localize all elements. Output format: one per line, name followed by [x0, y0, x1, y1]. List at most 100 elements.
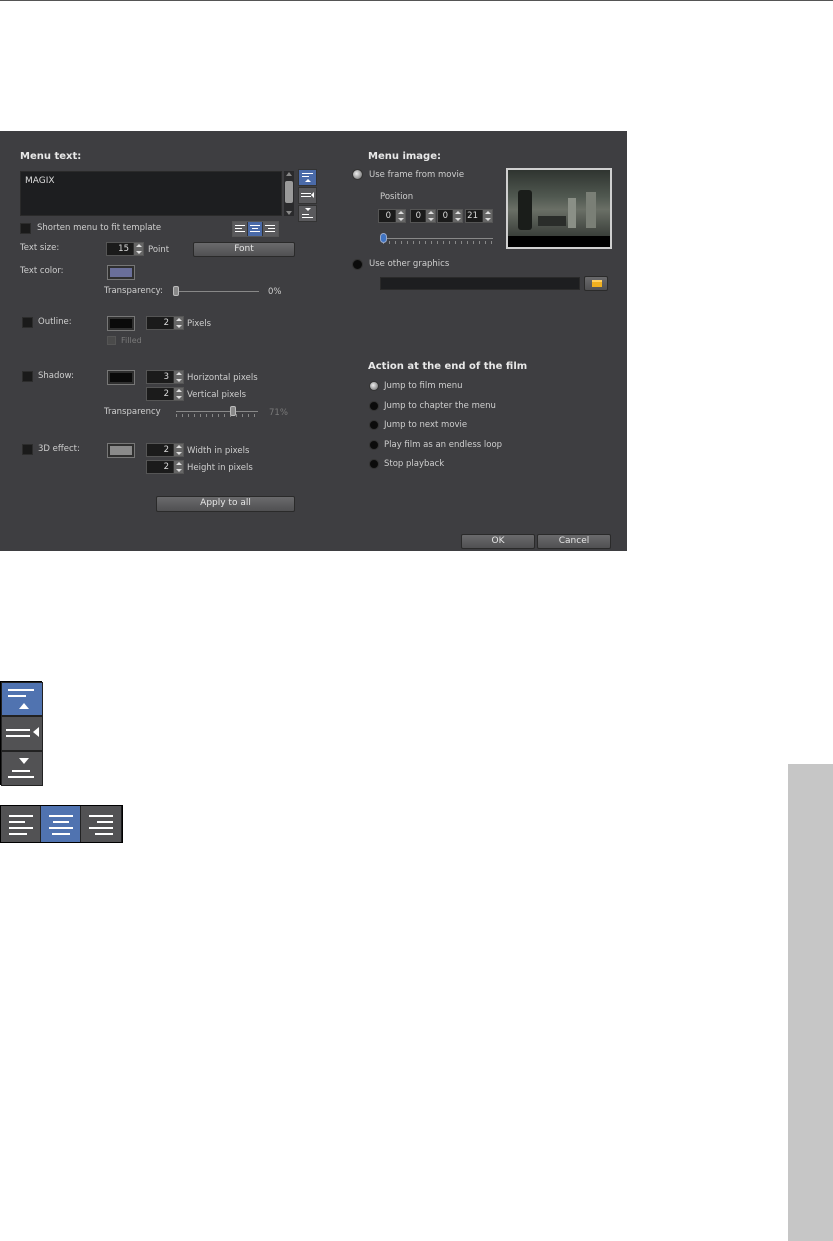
- filled-label: Filled: [121, 336, 142, 345]
- action-option-label: Jump to chapter the menu: [384, 400, 496, 411]
- action-radio[interactable]: [369, 439, 379, 450]
- use-other-label: Use other graphics: [369, 259, 450, 269]
- frame-figure: [568, 198, 576, 228]
- horizontal-align-group: [232, 221, 279, 237]
- outline-color-swatch[interactable]: [107, 316, 135, 331]
- ok-button[interactable]: OK: [461, 534, 535, 549]
- shadow-transparency-label: Transparency: [104, 407, 161, 417]
- text-size-value: 15: [118, 244, 129, 254]
- vertical-align-illustration: [0, 681, 43, 786]
- text-size-label: Text size:: [20, 243, 60, 253]
- menu-text-input[interactable]: MAGIX: [20, 171, 282, 216]
- horizontal-align-illustration: [0, 805, 123, 843]
- text-color-swatch[interactable]: [107, 265, 135, 280]
- use-frame-radio[interactable]: [352, 169, 363, 180]
- spinner-arrows-icon[interactable]: [452, 210, 462, 222]
- shadow-label: Shadow:: [38, 371, 74, 381]
- text-transparency-slider[interactable]: [173, 291, 259, 292]
- action-radio[interactable]: [369, 400, 379, 411]
- shadow-h-spinner[interactable]: 3: [146, 370, 184, 384]
- action-option-label: Play film as an endless loop: [384, 439, 503, 450]
- position-spinner-1[interactable]: 0: [378, 209, 406, 223]
- frame-figure: [538, 216, 566, 226]
- font-button[interactable]: Font: [193, 242, 295, 257]
- frame-figure: [518, 190, 532, 230]
- other-graphics-path-input[interactable]: [380, 277, 580, 290]
- action-header: Action at the end of the film: [368, 361, 528, 372]
- spinner-arrows-icon[interactable]: [133, 243, 143, 255]
- action-radio[interactable]: [369, 381, 379, 391]
- side-tab: [788, 764, 833, 1241]
- text-color-label: Text color:: [20, 266, 64, 276]
- text-size-spinner[interactable]: 15: [106, 242, 144, 256]
- outline-spinner[interactable]: 2: [146, 316, 184, 330]
- action-radio[interactable]: [369, 420, 379, 430]
- valign-top-button[interactable]: [298, 169, 317, 186]
- slider-ticks: [383, 241, 493, 244]
- shadow-v-spinner[interactable]: 2: [146, 387, 184, 401]
- use-other-radio[interactable]: [352, 259, 363, 270]
- valign-bottom-icon: [1, 751, 43, 786]
- spinner-arrows-icon[interactable]: [425, 210, 435, 222]
- effect3d-checkbox[interactable]: [22, 444, 33, 455]
- action-radio[interactable]: [369, 459, 379, 469]
- pos-value-4: 21: [467, 211, 478, 221]
- transparency-label: Transparency:: [104, 286, 163, 296]
- use-frame-label: Use frame from movie: [369, 170, 465, 180]
- movie-frame-preview: [506, 168, 612, 249]
- width-spinner[interactable]: 2: [146, 443, 184, 457]
- valign-bottom-button[interactable]: [298, 205, 317, 222]
- align-right-button[interactable]: [263, 222, 278, 236]
- spinner-arrows-icon[interactable]: [173, 444, 183, 456]
- align-center-icon: [41, 806, 81, 842]
- action-option-label: Stop playback: [384, 459, 445, 469]
- position-slider[interactable]: [383, 238, 493, 239]
- arrow-left-icon: [311, 192, 314, 198]
- filled-checkbox[interactable]: [107, 336, 116, 345]
- valign-middle-icon: [1, 716, 43, 751]
- height-spinner[interactable]: 2: [146, 460, 184, 474]
- menu-settings-dialog: Menu text: MAGIX Shorten menu to fit tem…: [0, 131, 627, 551]
- pos-value-3: 0: [442, 211, 448, 221]
- shadow-transparency-slider[interactable]: [176, 411, 258, 412]
- align-left-button[interactable]: [233, 222, 248, 236]
- spinner-arrows-icon[interactable]: [395, 210, 405, 222]
- align-left-icon: [1, 806, 41, 842]
- scroll-up-icon[interactable]: [286, 172, 292, 176]
- shadow-transparency-thumb[interactable]: [229, 406, 236, 416]
- position-spinner-3[interactable]: 0: [437, 209, 463, 223]
- position-spinner-2[interactable]: 0: [410, 209, 436, 223]
- spinner-arrows-icon[interactable]: [173, 388, 183, 400]
- shadow-h-unit: Horizontal pixels: [187, 373, 258, 383]
- action-option-label: Jump to next movie: [384, 420, 468, 430]
- effect3d-color-swatch[interactable]: [107, 443, 135, 458]
- position-spinner-4[interactable]: 21: [465, 209, 493, 223]
- shorten-checkbox[interactable]: [20, 223, 31, 234]
- spinner-arrows-icon[interactable]: [482, 210, 492, 222]
- shadow-v-unit: Vertical pixels: [187, 390, 247, 400]
- arrow-down-icon: [305, 208, 311, 211]
- height-value: 2: [163, 462, 169, 472]
- apply-to-all-button[interactable]: Apply to all: [156, 496, 295, 512]
- menu-text-value: MAGIX: [25, 176, 55, 186]
- position-slider-thumb[interactable]: [380, 233, 387, 243]
- text-transparency-thumb[interactable]: [173, 286, 179, 296]
- shadow-checkbox[interactable]: [22, 371, 33, 382]
- effect3d-label: 3D effect:: [38, 444, 80, 454]
- valign-middle-button[interactable]: [298, 187, 317, 204]
- scroll-down-icon[interactable]: [286, 211, 292, 215]
- align-center-button[interactable]: [248, 222, 263, 236]
- spinner-arrows-icon[interactable]: [173, 371, 183, 383]
- pos-value-2: 0: [415, 211, 421, 221]
- outline-checkbox[interactable]: [22, 317, 33, 328]
- scroll-thumb[interactable]: [285, 181, 293, 203]
- shadow-color-swatch[interactable]: [107, 370, 135, 385]
- spinner-arrows-icon[interactable]: [173, 461, 183, 473]
- menu-text-scrollbar[interactable]: [284, 171, 294, 216]
- menu-text-header: Menu text:: [20, 151, 82, 162]
- cancel-button[interactable]: Cancel: [537, 534, 611, 549]
- spinner-arrows-icon[interactable]: [173, 317, 183, 329]
- width-unit: Width in pixels: [187, 446, 250, 456]
- browse-button[interactable]: [584, 276, 608, 291]
- folder-icon: [592, 280, 602, 287]
